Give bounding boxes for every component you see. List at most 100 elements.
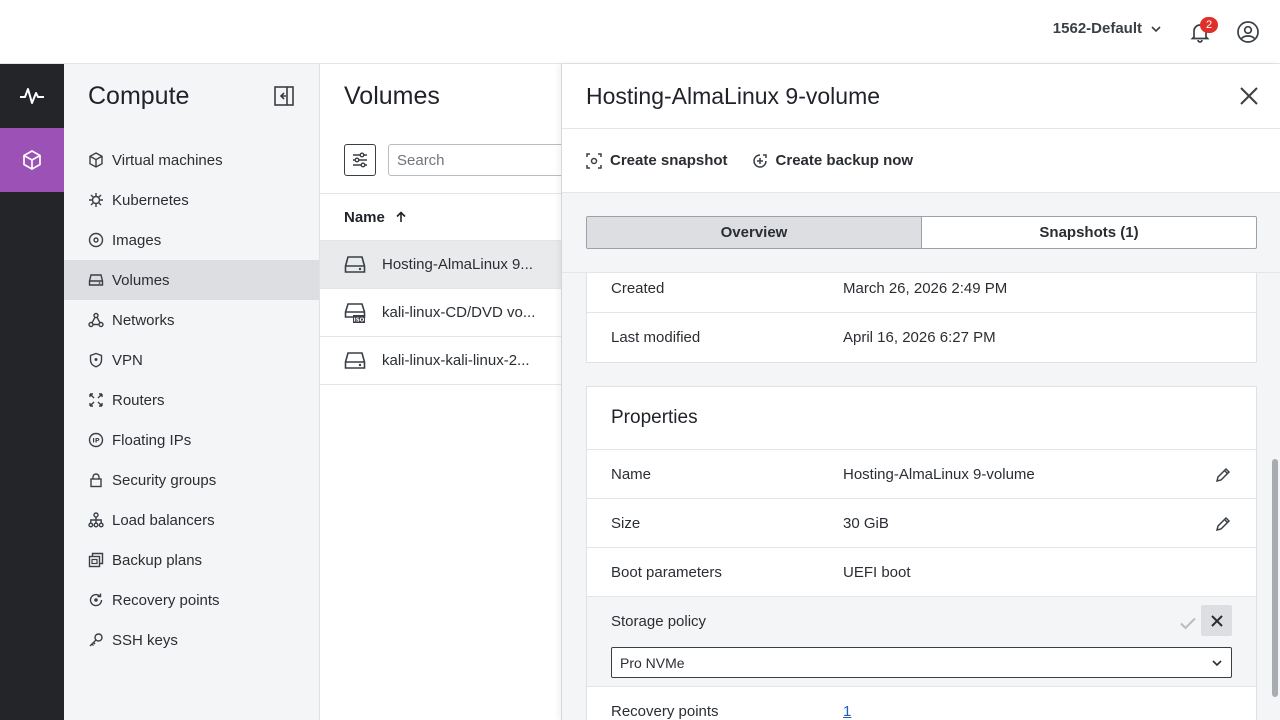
name-value: Hosting-AlmaLinux 9-volume [843, 465, 1035, 483]
volume-name: kali-linux-kali-linux-2... [382, 352, 530, 369]
column-header-name[interactable]: Name [320, 193, 561, 241]
name-row: Name Hosting-AlmaLinux 9-volume [587, 450, 1256, 499]
iso-drive-icon: ISO [344, 302, 366, 323]
disc-icon [88, 232, 104, 248]
svg-text:IP: IP [92, 437, 99, 445]
sidebar-item-backup-plans[interactable]: Backup plans [64, 540, 319, 580]
boot-parameters-label: Boot parameters [611, 563, 722, 581]
notification-badge: 2 [1200, 17, 1218, 33]
recovery-points-label: Recovery points [611, 703, 719, 720]
sidebar-item-label: Load balancers [112, 511, 215, 529]
sidebar-item-label: Virtual machines [112, 151, 223, 169]
size-row: Size 30 GiB [587, 499, 1256, 548]
boot-parameters-row: Boot parameters UEFI boot [587, 548, 1256, 597]
notifications-button[interactable]: 2 [1188, 17, 1218, 44]
storage-policy-select[interactable]: Pro NVMe [611, 647, 1232, 678]
close-icon [1210, 614, 1223, 627]
create-backup-button[interactable]: Create backup now [752, 152, 914, 169]
sidebar-item-networks[interactable]: Networks [64, 300, 319, 340]
sidebar-item-ssh-keys[interactable]: SSH keys [64, 620, 319, 660]
sidebar-item-load-balancers[interactable]: Load balancers [64, 500, 319, 540]
cube-icon [89, 152, 103, 168]
drawer-title: Hosting-AlmaLinux 9-volume [586, 82, 881, 109]
hard-drive-icon [344, 255, 366, 273]
drawer-actions: Create snapshot Create backup now [562, 129, 1280, 193]
lock-icon [90, 473, 102, 488]
created-row: Created March 26, 2026 2:49 PM [587, 273, 1256, 313]
chevron-down-icon [1151, 25, 1161, 32]
sidebar-item-label: Images [112, 231, 162, 249]
drawer-content: Created March 26, 2026 2:49 PM Last modi… [562, 273, 1271, 720]
last-modified-label: Last modified [611, 329, 701, 346]
hard-drive-icon [344, 351, 366, 369]
sidebar-item-label: Backup plans [112, 551, 203, 569]
restore-icon [89, 593, 103, 607]
rail-monitoring[interactable] [0, 64, 64, 128]
sidebar-item-volumes[interactable]: Volumes [64, 260, 319, 300]
sidebar-item-label: Kubernetes [112, 191, 189, 209]
table-row[interactable]: ISO kali-linux-CD/DVD vo... [320, 289, 561, 337]
recovery-points-link[interactable]: 1 [843, 703, 851, 720]
last-modified-row: Last modified April 16, 2026 6:27 PM [587, 313, 1256, 362]
shield-icon [89, 352, 103, 368]
properties-card: Properties Name Hosting-AlmaLinux 9-volu… [586, 386, 1257, 720]
scrollbar-thumb[interactable] [1272, 459, 1278, 697]
sidebar-item-images[interactable]: Images [64, 220, 319, 260]
name-label: Name [611, 465, 652, 483]
storage-policy-row: Storage policy Pro NVMe [587, 597, 1256, 687]
filter-button[interactable] [344, 144, 376, 176]
sidebar-item-virtual-machines[interactable]: Virtual machines [64, 140, 319, 180]
close-drawer-button[interactable] [1237, 84, 1261, 108]
table-row[interactable]: Hosting-AlmaLinux 9... [320, 241, 561, 289]
tabs-area: Overview Snapshots (1) [562, 193, 1280, 273]
tab-overview[interactable]: Overview [587, 217, 922, 248]
size-label: Size [611, 514, 641, 532]
storage-policy-selected: Pro NVMe [620, 654, 685, 671]
chevron-down-icon [1212, 660, 1222, 667]
volume-name: Hosting-AlmaLinux 9... [382, 256, 533, 273]
close-icon [1240, 87, 1258, 105]
table-row[interactable]: kali-linux-kali-linux-2... [320, 337, 561, 385]
load-balancer-icon [88, 512, 104, 528]
top-bar: 1562-Default 2 [0, 0, 1280, 64]
network-icon [88, 312, 104, 328]
svg-text:ISO: ISO [354, 317, 365, 323]
collapse-sidebar-icon[interactable] [273, 85, 295, 107]
sidebar-item-label: VPN [112, 351, 143, 369]
user-menu-button[interactable] [1236, 20, 1260, 44]
column-header-label: Name [344, 208, 385, 226]
create-snapshot-label: Create snapshot [610, 152, 728, 169]
edit-size-pencil-icon[interactable] [1214, 515, 1232, 533]
create-snapshot-button[interactable]: Create snapshot [586, 152, 728, 169]
sidebar-item-label: Routers [112, 391, 165, 409]
user-avatar-icon [1237, 21, 1259, 43]
sidebar-item-routers[interactable]: Routers [64, 380, 319, 420]
sidebar-item-vpn[interactable]: VPN [64, 340, 319, 380]
sidebar-item-kubernetes[interactable]: Kubernetes [64, 180, 319, 220]
sidebar-item-label: Volumes [112, 271, 170, 289]
tab-snapshots[interactable]: Snapshots (1) [922, 217, 1256, 248]
drawer-scrollbar[interactable] [1270, 273, 1280, 720]
cancel-edit-button[interactable] [1201, 605, 1232, 636]
sidebar-item-floating-ips[interactable]: IP Floating IPs [64, 420, 319, 460]
search-input[interactable] [388, 144, 588, 176]
rail-compute[interactable] [0, 128, 64, 192]
sidebar-item-label: Floating IPs [112, 431, 192, 449]
storage-policy-label: Storage policy [611, 613, 707, 630]
metadata-card: Created March 26, 2026 2:49 PM Last modi… [586, 273, 1257, 363]
boot-parameters-value: UEFI boot [843, 563, 911, 581]
pulse-icon [20, 88, 44, 104]
edit-name-pencil-icon[interactable] [1214, 466, 1232, 484]
tab-bar: Overview Snapshots (1) [586, 216, 1257, 249]
backup-now-icon [752, 153, 767, 168]
confirm-check-icon[interactable] [1176, 611, 1200, 635]
project-selector[interactable]: 1562-Default [1053, 20, 1162, 37]
last-modified-value: April 16, 2026 6:27 PM [843, 329, 996, 346]
create-backup-label: Create backup now [775, 152, 914, 169]
sort-ascending-icon [396, 211, 406, 222]
sidebar-item-recovery-points[interactable]: Recovery points [64, 580, 319, 620]
backup-icon [88, 552, 104, 568]
sidebar-item-security-groups[interactable]: Security groups [64, 460, 319, 500]
volumes-table: Hosting-AlmaLinux 9... ISO kali-linux-CD… [320, 241, 561, 385]
properties-title: Properties [587, 387, 1256, 450]
